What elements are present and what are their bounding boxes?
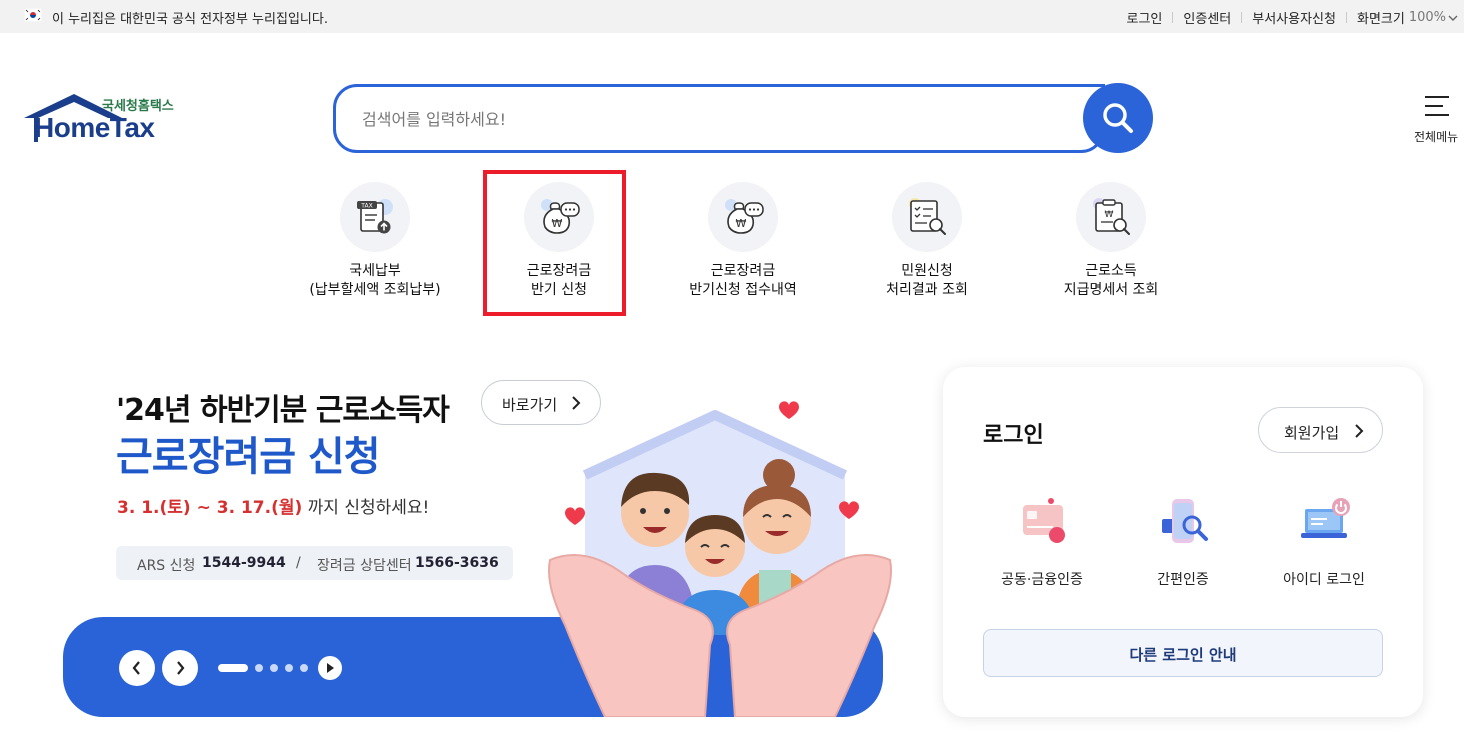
quick-menu-label: 민원신청 처리결과 조회 — [886, 263, 968, 298]
quick-menu-label: 근로장려금 반기신청 접수내역 — [689, 263, 797, 298]
money-bag-chat-icon: ₩ — [524, 182, 594, 252]
simple-auth-label: 간편인증 — [1157, 572, 1209, 588]
all-menu-button[interactable]: 전체메뉴 — [1412, 92, 1464, 147]
all-menu-label: 전체메뉴 — [1414, 130, 1459, 144]
svg-text:₩: ₩ — [552, 217, 563, 230]
quick-menu-earned-income-apply[interactable]: ₩ 근로장려금 반기 신청 — [474, 182, 644, 312]
cert-center-link[interactable]: 인증센터 — [1183, 8, 1231, 27]
next-slide-button[interactable] — [162, 650, 198, 686]
prev-slide-button[interactable] — [119, 650, 155, 686]
login-card: 로그인 회원가입 공동·금융인증 간편인증 아이디 로그인 다른 로그인 안내 — [943, 367, 1423, 717]
money-bag-chat-icon: ₩ — [708, 182, 778, 252]
divider — [1241, 12, 1243, 23]
chevron-right-icon — [1355, 424, 1364, 438]
quick-menu-label: 근로소득 지급명세서 조회 — [1063, 263, 1159, 298]
tax-upload-icon: TAX — [340, 182, 410, 252]
quick-menu-civil-result[interactable]: 민원신청 처리결과 조회 — [842, 182, 1012, 312]
chevron-right-icon — [177, 661, 185, 675]
search-button[interactable] — [1083, 83, 1153, 153]
quick-menu-income-statement[interactable]: ₩ 근로소득 지급명세서 조회 — [1026, 182, 1196, 312]
other-login-label: 다른 로그인 안내 — [1129, 646, 1237, 664]
quick-menu-label: 국세납부 (납부할세액 조회납부) — [309, 263, 441, 298]
document-search-icon — [892, 182, 962, 252]
certificate-login-option[interactable]: 공동·금융인증 — [977, 495, 1107, 595]
quick-menu-label: 근로장려금 반기 신청 — [526, 263, 592, 298]
id-login-option[interactable]: 아이디 로그인 — [1259, 495, 1389, 595]
svg-text:₩: ₩ — [736, 217, 747, 230]
quick-menu-tax-payment[interactable]: TAX 국세납부 (납부할세액 조회납부) — [290, 182, 460, 312]
slide-indicator[interactable] — [300, 664, 308, 672]
other-login-guide-button[interactable]: 다른 로그인 안내 — [983, 629, 1383, 677]
slide-indicator-active[interactable] — [218, 664, 248, 672]
search-input[interactable] — [362, 105, 1062, 133]
login-title: 로그인 — [983, 423, 1044, 448]
join-label: 회원가입 — [1284, 424, 1340, 442]
certificate-card-icon — [1023, 498, 1065, 543]
logo-english-text: HomeTax — [34, 112, 155, 143]
play-button[interactable] — [318, 656, 342, 680]
screen-size-label: 화면크기 — [1356, 12, 1405, 27]
banner-title-line2: 근로장려금 신청 — [116, 434, 381, 480]
join-button[interactable]: 회원가입 — [1258, 407, 1383, 453]
utility-links: 로그인 인증센터 부서사용자신청 화면크기 100% — [1127, 8, 1458, 27]
chevron-down-icon — [1448, 15, 1458, 21]
contact-info: ARS 신청 1544-9944 / 장려금 상담센터 1566-3636 — [116, 546, 513, 580]
clipboard-search-icon: ₩ — [1076, 182, 1146, 252]
korea-flag-icon — [24, 8, 42, 22]
hometax-logo[interactable]: 국세청홈택스 HomeTax — [22, 92, 187, 148]
banner-title-line1: '24년 하반기분 근로소득자 — [116, 393, 450, 428]
zoom-select[interactable]: 100% — [1409, 10, 1446, 25]
hamburger-icon — [1425, 96, 1449, 116]
ars-number: 1544-9944 — [202, 555, 286, 571]
slide-indicator[interactable] — [255, 664, 263, 672]
government-banner: 이 누리집은 대한민국 공식 전자정부 누리집입니다. 로그인 인증센터 부서사… — [0, 0, 1464, 33]
login-link[interactable]: 로그인 — [1127, 8, 1163, 27]
center-number: 1566-3636 — [415, 555, 499, 571]
simple-auth-login-option[interactable]: 간편인증 — [1118, 495, 1248, 595]
search-icon — [1103, 103, 1133, 133]
family-house-illustration — [548, 401, 892, 717]
government-notice: 이 누리집은 대한민국 공식 전자정부 누리집입니다. — [52, 12, 328, 27]
chevron-left-icon — [132, 661, 140, 675]
laptop-power-icon — [1301, 498, 1350, 538]
quick-menu-earned-income-history[interactable]: ₩ 근로장려금 반기신청 접수내역 — [658, 182, 828, 312]
search-box — [333, 84, 1105, 153]
svg-text:TAX: TAX — [360, 203, 372, 210]
slide-indicator[interactable] — [285, 664, 293, 672]
play-icon — [327, 663, 334, 673]
id-login-label: 아이디 로그인 — [1283, 572, 1365, 588]
svg-text:₩: ₩ — [1105, 210, 1114, 220]
apply-period: 3. 1.(토) ~ 3. 17.(월) 까지 신청하세요! — [117, 498, 430, 518]
divider — [1345, 12, 1347, 23]
department-user-link[interactable]: 부서사용자신청 — [1252, 8, 1336, 27]
certificate-login-label: 공동·금융인증 — [1001, 572, 1083, 588]
divider — [1172, 12, 1174, 23]
phone-search-icon — [1162, 499, 1208, 543]
slide-indicator[interactable] — [270, 664, 278, 672]
